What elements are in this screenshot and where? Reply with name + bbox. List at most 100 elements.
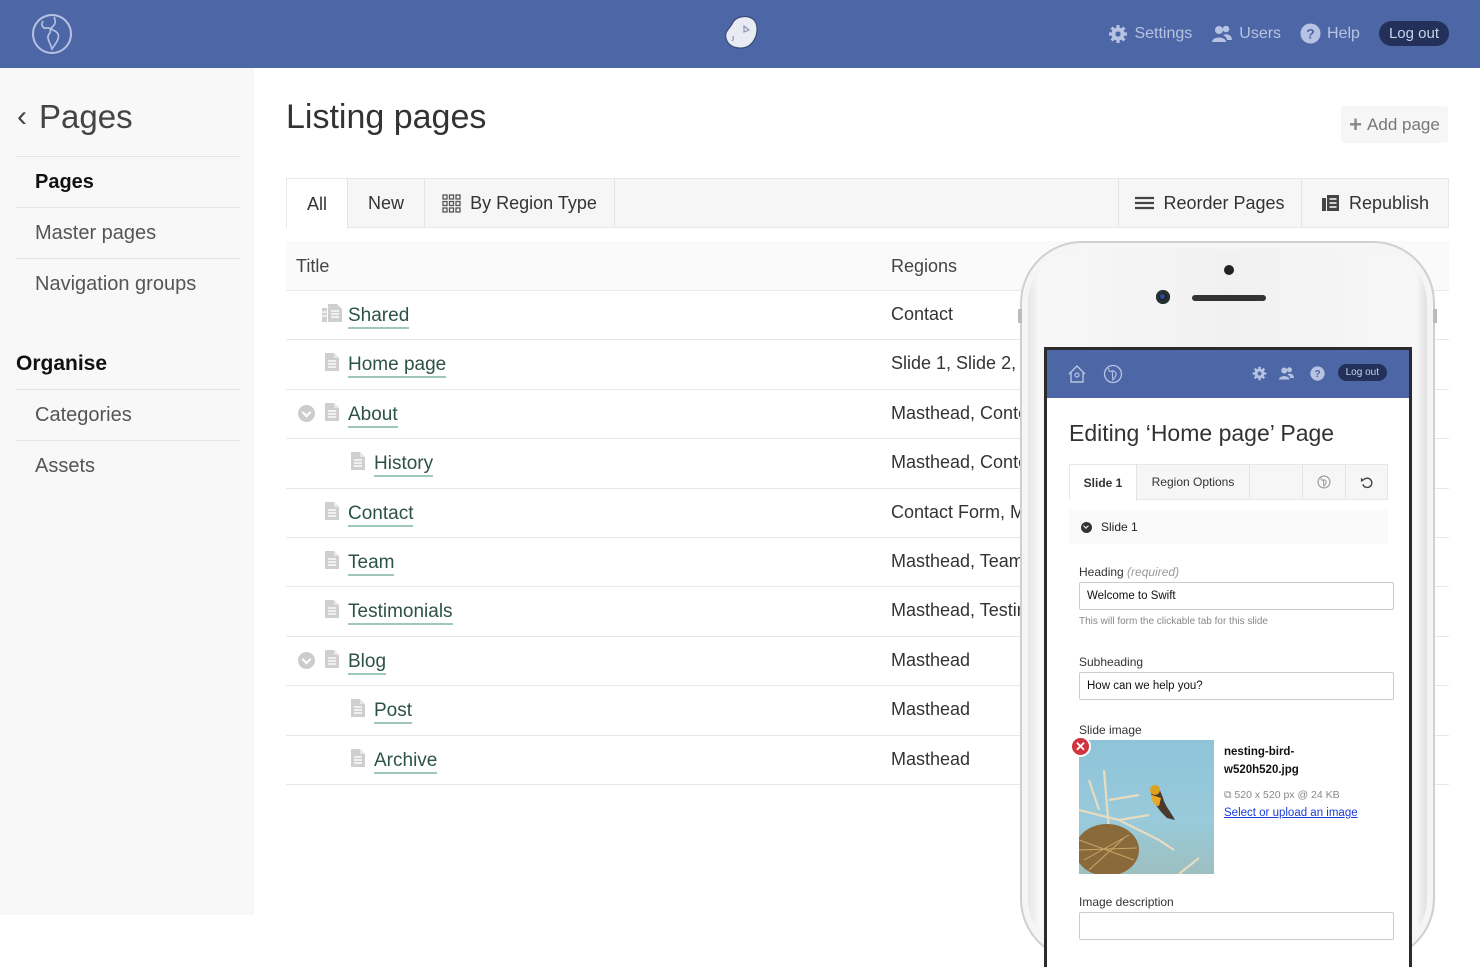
help-link[interactable]: ? Help xyxy=(1300,23,1360,44)
reorder-pages-label: Reorder Pages xyxy=(1163,192,1285,213)
editor-title: Editing ‘Home page’ Page xyxy=(1069,420,1335,446)
image-description-input[interactable] xyxy=(1079,912,1394,940)
users-icon xyxy=(1212,25,1233,42)
globe-tab-button[interactable] xyxy=(1303,465,1346,499)
sidebar-item-categories[interactable]: Categories xyxy=(16,389,240,440)
heading-input[interactable]: Welcome to Swift xyxy=(1079,582,1394,610)
subheading-label: Subheading xyxy=(1079,655,1144,669)
tab-by-region-type-label: By Region Type xyxy=(470,192,597,213)
sidebar-item-pages[interactable]: Pages xyxy=(16,156,240,207)
tab-all[interactable]: All xyxy=(287,179,348,229)
help-icon: ? xyxy=(1300,23,1321,44)
top-bar: Settings Users ? Help Log out xyxy=(0,0,1480,68)
tab-by-region-type[interactable]: By Region Type xyxy=(425,179,615,227)
close-icon: ✕ xyxy=(1075,738,1086,754)
settings-link[interactable]: Settings xyxy=(1108,24,1192,44)
chevron-left-icon: ‹ xyxy=(17,100,27,133)
filter-tabs: All New By Region Type Reorder Pages Rep… xyxy=(286,178,1449,229)
page-title-link[interactable]: Shared xyxy=(348,305,410,329)
users-link[interactable]: Users xyxy=(1211,24,1281,44)
help-icon[interactable]: ? xyxy=(1310,366,1325,381)
svg-text:?: ? xyxy=(1314,369,1320,380)
gear-icon[interactable] xyxy=(1252,366,1267,381)
back-label: Pages xyxy=(39,98,133,135)
users-label: Users xyxy=(1239,24,1282,42)
logout-button[interactable]: Log out xyxy=(1378,21,1449,46)
phone-side-button xyxy=(1018,309,1022,323)
sidebar-heading-organise: Organise xyxy=(16,352,108,375)
image-meta-text: 520 x 520 px @ 24 KB xyxy=(1234,789,1340,801)
phone-screen: ? Log out Editing ‘Home page’ Page Slide… xyxy=(1044,347,1412,967)
globe-icon[interactable] xyxy=(1103,364,1123,384)
remove-image-button[interactable]: ✕ xyxy=(1070,736,1091,757)
users-icon[interactable] xyxy=(1278,366,1295,381)
page-title-link[interactable]: Home page xyxy=(348,354,447,379)
expand-toggle-icon[interactable] xyxy=(298,651,315,669)
undo-icon xyxy=(1360,477,1373,488)
page-regions: Contact xyxy=(891,304,954,324)
phone-preview: ? Log out Editing ‘Home page’ Page Slide… xyxy=(1018,241,1437,967)
slide-image-thumbnail[interactable] xyxy=(1079,740,1214,874)
sidebar-pages-list: Pages Master pages Navigation groups xyxy=(16,156,240,309)
slide-accordion-toggle[interactable]: Slide 1 xyxy=(1069,510,1388,544)
sidebar-item-master-pages[interactable]: Master pages xyxy=(16,207,240,258)
reorder-pages-button[interactable]: Reorder Pages xyxy=(1118,179,1301,227)
page-title-link[interactable]: Contact xyxy=(348,503,414,527)
page-regions: Masthead, Testimonials xyxy=(891,600,1021,621)
page-title-link[interactable]: Post xyxy=(374,700,413,725)
page-title-link[interactable]: Blog xyxy=(348,651,387,675)
page-icon xyxy=(324,649,340,674)
back-link[interactable]: ‹ Pages xyxy=(17,98,133,136)
page-icon xyxy=(350,451,366,476)
heading-label: Heading (required) xyxy=(1079,565,1179,579)
image-description-label: Image description xyxy=(1079,895,1174,909)
page-title-link[interactable]: History xyxy=(374,453,434,478)
column-title[interactable]: Title xyxy=(296,256,329,277)
image-meta: ⧉ 520 x 520 px @ 24 KB xyxy=(1224,789,1340,802)
page-regions: Masthead, Content xyxy=(891,402,1021,423)
tab-region-options[interactable]: Region Options xyxy=(1137,465,1250,499)
gear-icon xyxy=(1109,24,1128,43)
tab-spacer xyxy=(1250,465,1303,499)
globe-icon xyxy=(1317,475,1331,489)
image-filename: nesting-bird-w520h520.jpg xyxy=(1224,746,1299,776)
grid-icon xyxy=(442,193,461,213)
page-regions: Masthead xyxy=(891,649,971,670)
revert-button[interactable] xyxy=(1346,465,1387,499)
tab-new[interactable]: New xyxy=(348,179,425,227)
home-icon[interactable] xyxy=(1067,364,1087,384)
republish-button[interactable]: Republish xyxy=(1301,179,1448,227)
subheading-input[interactable]: How can we help you? xyxy=(1079,672,1394,700)
heading-help-text: This will form the clickable tab for thi… xyxy=(1079,616,1268,627)
mobile-logout-button[interactable]: Log out xyxy=(1337,364,1387,381)
tab-slide-1[interactable]: Slide 1 xyxy=(1070,465,1137,501)
bird-logo-icon[interactable] xyxy=(720,12,762,52)
expand-toggle-icon[interactable] xyxy=(298,404,315,422)
slide-image-label: Slide image xyxy=(1079,723,1142,737)
page-title-link[interactable]: About xyxy=(348,404,398,428)
plus-icon: + xyxy=(1349,111,1363,137)
page-title-link[interactable]: Archive xyxy=(374,750,438,774)
select-upload-image-link[interactable]: Select or upload an image xyxy=(1224,807,1358,819)
page-icon xyxy=(324,599,340,624)
page-title-link[interactable]: Testimonials xyxy=(348,601,453,626)
editor-tabs: Slide 1 Region Options xyxy=(1069,464,1388,501)
crop-icon: ⧉ xyxy=(1224,789,1235,801)
chevron-down-icon xyxy=(1081,521,1092,533)
sidebar-item-assets[interactable]: Assets xyxy=(16,440,240,491)
page-title-link[interactable]: Team xyxy=(348,552,395,576)
menu-icon xyxy=(1135,196,1155,210)
page-title: Listing pages xyxy=(286,98,487,136)
mobile-top-bar: ? Log out xyxy=(1047,350,1409,398)
add-page-button[interactable]: + Add page xyxy=(1341,106,1448,143)
globe-icon[interactable] xyxy=(30,12,74,56)
add-page-label: Add page xyxy=(1367,114,1440,134)
tab-all-label: All xyxy=(306,193,327,214)
slide-toggle-label: Slide 1 xyxy=(1101,520,1138,534)
sidebar-item-navigation-groups[interactable]: Navigation groups xyxy=(16,258,240,309)
help-label: Help xyxy=(1327,24,1360,42)
required-hint: (required) xyxy=(1127,565,1180,579)
phone-side-button xyxy=(1433,309,1437,323)
page-regions: Masthead, Content xyxy=(891,452,1021,473)
column-regions[interactable]: Regions xyxy=(891,256,957,277)
